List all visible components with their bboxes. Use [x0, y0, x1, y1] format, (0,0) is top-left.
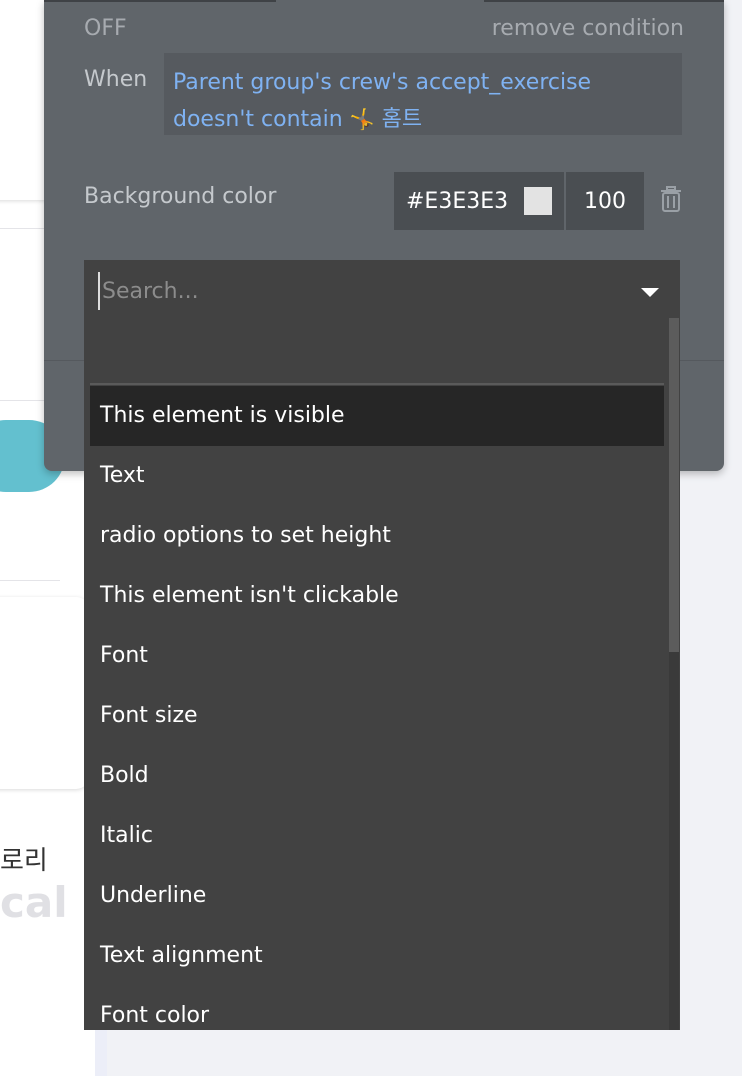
dropdown-option[interactable]: Font: [90, 626, 664, 686]
trash-icon[interactable]: [657, 185, 685, 213]
property-label: Background color: [84, 184, 277, 209]
remove-condition-link[interactable]: remove condition: [492, 16, 684, 41]
chevron-down-icon[interactable]: [641, 288, 659, 297]
dropdown-option[interactable]: Italic: [90, 806, 664, 866]
when-label: When: [84, 67, 148, 92]
opacity-input[interactable]: 100: [566, 172, 644, 230]
dropdown-option[interactable]: Text alignment: [90, 926, 664, 986]
gymnast-emoji-icon: 🤸: [349, 107, 375, 131]
dropdown-option[interactable]: Font size: [90, 686, 664, 746]
dropdown-option[interactable]: This element is visible: [90, 386, 664, 446]
panel-top-edge: [484, 0, 724, 2]
canvas-text: 로리: [0, 846, 48, 876]
dropdown-option[interactable]: This element isn't clickable: [90, 566, 664, 626]
color-hex-value: #E3E3E3: [406, 188, 509, 214]
dropdown-search-row[interactable]: [84, 260, 680, 320]
option-list: This element is visible Text radio optio…: [90, 386, 664, 1030]
search-input[interactable]: [98, 272, 604, 310]
expression-text: 홈트: [381, 107, 423, 132]
panel-top-edge: [44, 0, 276, 2]
condition-state-label: OFF: [84, 16, 127, 41]
color-picker[interactable]: #E3E3E3: [394, 172, 564, 230]
property-dropdown: This element is visible Text radio optio…: [84, 260, 680, 1030]
expression-line-1: Parent group's crew's accept_exercise: [173, 70, 592, 95]
dropdown-option[interactable]: radio options to set height: [90, 506, 664, 566]
canvas-divider: [0, 580, 60, 581]
expression-text: doesn't contain: [173, 107, 343, 132]
dropdown-option[interactable]: Text: [90, 446, 664, 506]
expression-line-2: doesn't contain 🤸 홈트: [173, 101, 673, 138]
dropdown-option[interactable]: Bold: [90, 746, 664, 806]
canvas-card[interactable]: [0, 597, 90, 789]
condition-expression[interactable]: Parent group's crew's accept_exercise do…: [164, 53, 682, 135]
dropdown-option[interactable]: Underline: [90, 866, 664, 926]
list-divider: [90, 383, 664, 385]
dropdown-option[interactable]: Font color: [90, 986, 664, 1030]
scrollbar-thumb[interactable]: [669, 318, 679, 652]
canvas-text: cal: [0, 878, 68, 927]
color-swatch: [524, 187, 552, 215]
